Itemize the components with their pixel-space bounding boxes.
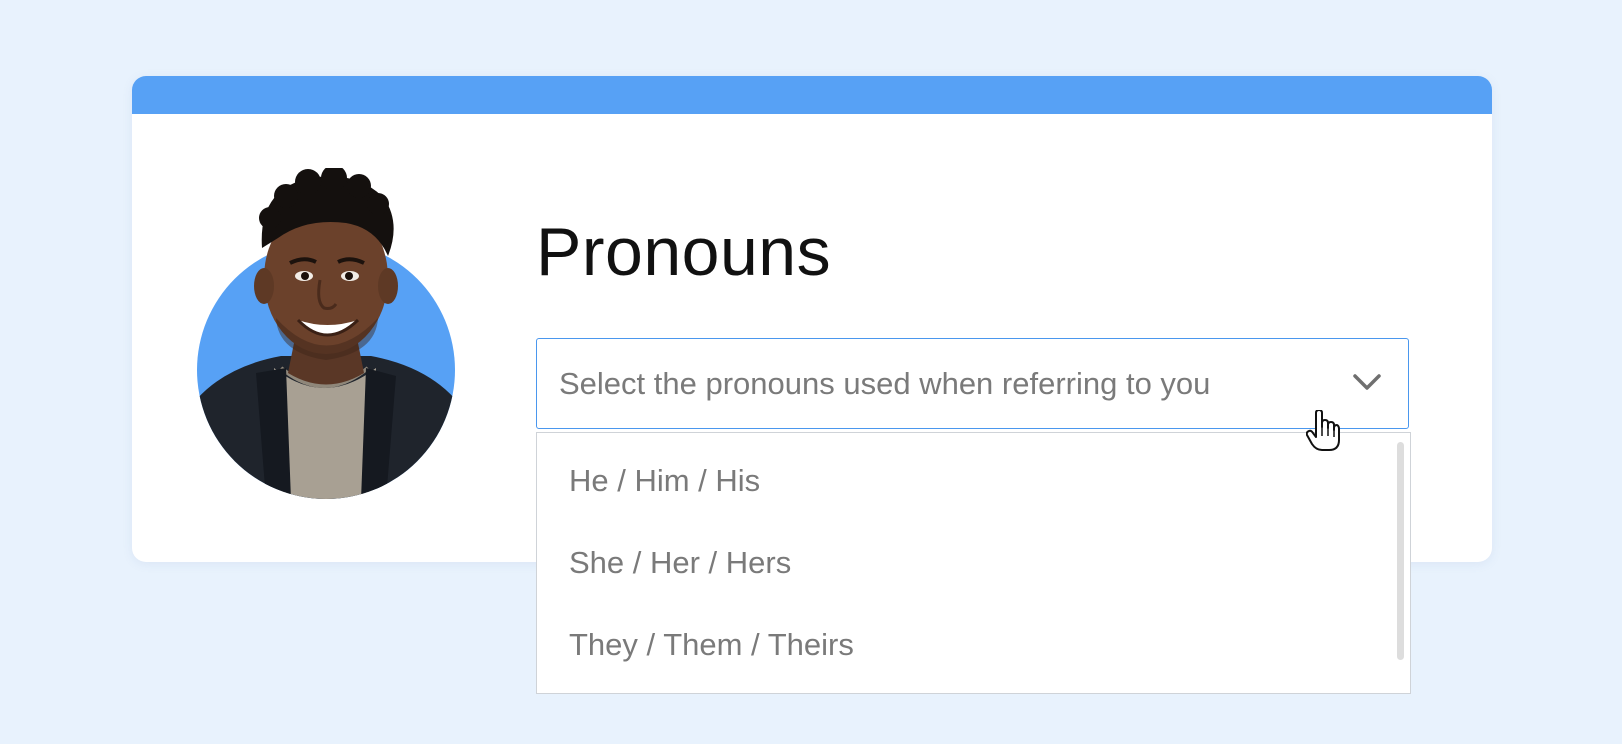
chevron-down-icon[interactable] [1352, 371, 1382, 393]
option-they-them-theirs[interactable]: They / Them / Theirs [569, 627, 854, 663]
page-title: Pronouns [536, 214, 832, 290]
pronouns-dropdown-menu: He / Him / His She / Her / Hers They / T… [536, 432, 1411, 694]
card-header-bar [132, 76, 1492, 114]
select-placeholder: Select the pronouns used when referring … [559, 365, 1211, 401]
option-she-her-hers[interactable]: She / Her / Hers [569, 545, 791, 581]
pronouns-select[interactable]: Select the pronouns used when referring … [536, 338, 1409, 429]
profile-avatar [197, 168, 455, 499]
hand-pointer-icon [1306, 410, 1340, 451]
dropdown-scrollbar[interactable] [1397, 442, 1404, 660]
option-he-him-his[interactable]: He / Him / His [569, 463, 760, 499]
